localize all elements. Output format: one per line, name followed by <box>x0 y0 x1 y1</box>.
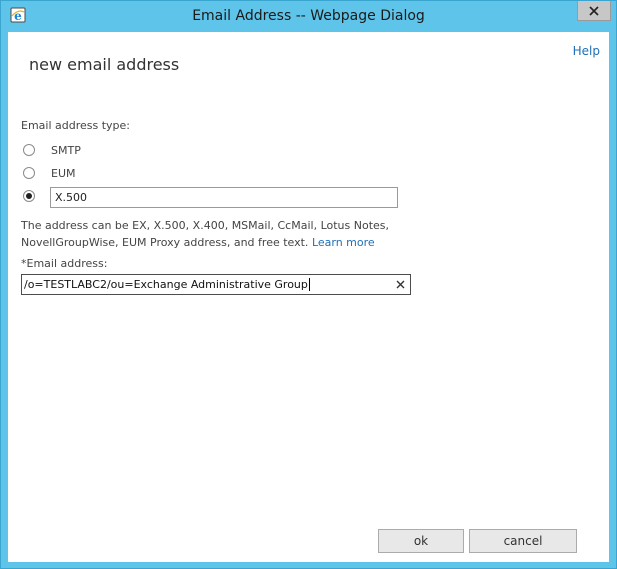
address-type-help-text: The address can be EX, X.500, X.400, MSM… <box>21 217 391 251</box>
dialog-content: Help new email address Email address typ… <box>8 32 609 562</box>
clear-icon[interactable] <box>394 278 406 291</box>
close-icon <box>589 1 599 20</box>
radio-custom[interactable] <box>23 190 35 202</box>
radio-option-smtp[interactable]: SMTP <box>23 142 81 158</box>
title-bar[interactable]: e Email Address -- Webpage Dialog <box>1 1 616 32</box>
custom-type-input[interactable]: X.500 <box>50 187 398 208</box>
email-address-label: *Email address: <box>21 257 108 270</box>
radio-smtp[interactable] <box>23 144 35 156</box>
ok-button[interactable]: ok <box>378 529 464 553</box>
radio-eum[interactable] <box>23 167 35 179</box>
dialog-window: e Email Address -- Webpage Dialog Help n… <box>0 0 617 569</box>
help-link[interactable]: Help <box>573 44 600 58</box>
page-title: new email address <box>29 55 180 74</box>
cancel-button[interactable]: cancel <box>469 529 577 553</box>
radio-option-eum[interactable]: EUM <box>23 165 76 181</box>
email-address-input[interactable]: /o=TESTLABC2/ou=Exchange Administrative … <box>21 274 411 295</box>
email-address-value: /o=TESTLABC2/ou=Exchange Administrative … <box>24 278 308 291</box>
close-button[interactable] <box>577 1 611 21</box>
window-title: Email Address -- Webpage Dialog <box>192 8 425 24</box>
radio-option-custom[interactable] <box>23 188 35 204</box>
radio-label-smtp: SMTP <box>51 143 81 157</box>
radio-selected-dot <box>26 193 32 199</box>
learn-more-link[interactable]: Learn more <box>312 236 375 249</box>
radio-label-eum: EUM <box>51 166 76 180</box>
address-type-label: Email address type: <box>21 119 131 132</box>
text-caret <box>309 278 310 291</box>
